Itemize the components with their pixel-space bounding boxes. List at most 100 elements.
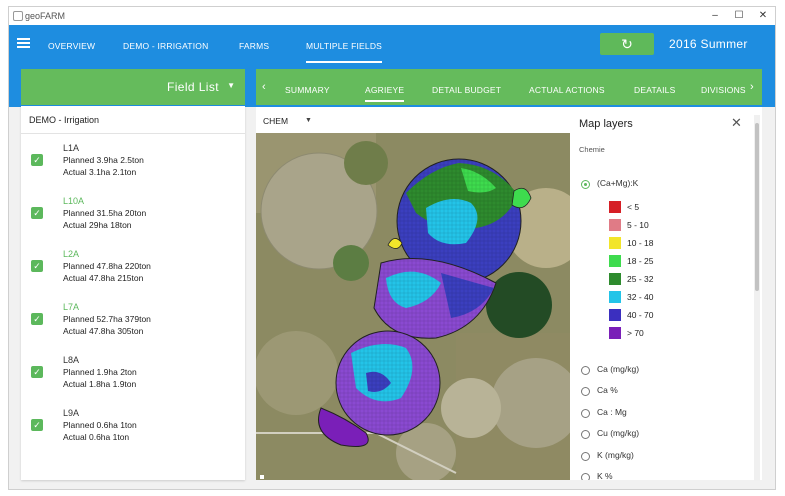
field-planned: Planned 0.6ha 1ton	[63, 420, 137, 430]
list-item[interactable]: ✓ L1A Planned 3.9ha 2.5ton Actual 3.1ha …	[21, 143, 245, 193]
layer-option[interactable]: Ca : Mg	[597, 407, 627, 417]
layer-section-title: Chemie	[579, 145, 605, 154]
radio-button[interactable]	[581, 452, 590, 461]
layer-select-value: CHEM	[263, 116, 289, 126]
checkbox-checked-icon[interactable]: ✓	[31, 207, 43, 219]
legend-label: < 5	[627, 202, 640, 212]
scrollbar-thumb[interactable]	[755, 123, 759, 291]
legend-swatch	[609, 219, 621, 231]
field-actual: Actual 47.8ha 215ton	[63, 273, 144, 283]
pivot-field	[333, 245, 369, 281]
tab-deatails[interactable]: DEATAILS	[634, 85, 675, 95]
legend-label: 25 - 32	[627, 274, 654, 284]
field-name: L9A	[63, 408, 80, 418]
radio-button[interactable]	[581, 409, 590, 418]
chevron-left-icon[interactable]: ‹	[262, 81, 266, 93]
legend-label: 10 - 18	[627, 238, 654, 248]
legend-swatch	[609, 237, 621, 249]
nav-overview[interactable]: OVERVIEW	[48, 41, 95, 51]
tab-summary[interactable]: SUMMARY	[285, 85, 330, 95]
field-name: L1A	[63, 143, 80, 153]
checkbox-checked-icon[interactable]: ✓	[31, 313, 43, 325]
checkbox-checked-icon[interactable]: ✓	[31, 419, 43, 431]
nav-multiple-fields[interactable]: MULTIPLE FIELDS	[306, 41, 383, 63]
list-item[interactable]: ✓ L2A Planned 47.8ha 220ton Actual 47.8h…	[21, 249, 245, 299]
field-planned: Planned 1.9ha 2ton	[63, 367, 137, 377]
close-icon[interactable]: ✕	[731, 115, 742, 131]
maximize-button[interactable]: ☐	[727, 8, 751, 24]
field-name: L7A	[63, 302, 80, 312]
field-actual: Actual 29ha 18ton	[63, 220, 132, 230]
window-title: geoFARM	[25, 11, 66, 21]
refresh-icon: ↻	[621, 36, 633, 52]
legend-label: 32 - 40	[627, 292, 654, 302]
field-list-title: Field List	[166, 80, 219, 94]
tab-detail-budget[interactable]: DETAIL BUDGET	[432, 85, 501, 95]
list-item[interactable]: ✓ L7A Planned 52.7ha 379ton Actual 47.8h…	[21, 302, 245, 352]
field-actual: Actual 0.6ha 1ton	[63, 432, 130, 442]
map-layers-panel: Map layers ✕ Chemie (Ca+Mg):K < 5 5 - 10…	[570, 107, 762, 480]
field-actual: Actual 1.8ha 1.9ton	[63, 379, 137, 389]
checkbox-checked-icon[interactable]: ✓	[31, 260, 43, 272]
legend-label: 5 - 10	[627, 220, 649, 230]
layer-select[interactable]: CHEM ▼	[256, 107, 570, 133]
map-scale-marker	[260, 475, 264, 479]
legend-swatch	[609, 291, 621, 303]
map-canvas[interactable]	[256, 133, 570, 480]
radio-button[interactable]	[581, 366, 590, 375]
satellite-map[interactable]	[256, 133, 570, 480]
menu-icon[interactable]	[17, 38, 30, 48]
close-window-button[interactable]: ✕	[751, 8, 775, 24]
top-nav-bar: OVERVIEW DEMO - IRRIGATION FARMS MULTIPL…	[9, 25, 775, 63]
radio-selected[interactable]	[581, 180, 590, 189]
pivot-field	[486, 272, 552, 338]
legend-label: 18 - 25	[627, 256, 654, 266]
legend-swatch	[609, 201, 621, 213]
minimize-button[interactable]: –	[703, 8, 727, 24]
legend-label: 40 - 70	[627, 310, 654, 320]
layer-option[interactable]: Cu (mg/kg)	[597, 428, 639, 438]
refresh-button[interactable]: ↻	[600, 33, 654, 55]
field-group-title: DEMO - Irrigation	[29, 115, 100, 125]
app-window: geoFARM – ☐ ✕ OVERVIEW DEMO - IRRIGATION…	[8, 6, 776, 490]
title-bar: geoFARM – ☐ ✕	[9, 7, 775, 25]
legend-swatch	[609, 327, 621, 339]
dropdown-arrow-icon: ▼	[305, 117, 312, 124]
map-layers-title: Map layers	[579, 118, 633, 130]
field-name: L2A	[63, 249, 80, 259]
tab-actual-actions[interactable]: ACTUAL ACTIONS	[529, 85, 605, 95]
field-name: L8A	[63, 355, 80, 365]
checkbox-checked-icon[interactable]: ✓	[31, 154, 43, 166]
radio-button[interactable]	[581, 430, 590, 439]
tab-agrieye[interactable]: AGRIEYE	[365, 85, 405, 102]
layer-option[interactable]: Ca %	[597, 385, 618, 395]
nav-farms[interactable]: FARMS	[239, 41, 269, 51]
layer-option[interactable]: Ca (mg/kg)	[597, 364, 639, 374]
field-planned: Planned 3.9ha 2.5ton	[63, 155, 144, 165]
nav-demo-irrigation[interactable]: DEMO - IRRIGATION	[123, 41, 208, 51]
field-actual: Actual 47.8ha 305ton	[63, 326, 144, 336]
field-planned: Planned 47.8ha 220ton	[63, 261, 151, 271]
pivot-field	[344, 141, 388, 185]
list-item[interactable]: ✓ L8A Planned 1.9ha 2ton Actual 1.8ha 1.…	[21, 355, 245, 405]
field-planned: Planned 31.5ha 20ton	[63, 208, 147, 218]
field-actual: Actual 3.1ha 2.1ton	[63, 167, 137, 177]
tab-divisions[interactable]: DIVISIONS	[701, 85, 746, 95]
list-item[interactable]: ✓ L9A Planned 0.6ha 1ton Actual 0.6ha 1t…	[21, 408, 245, 458]
checkbox-checked-icon[interactable]: ✓	[31, 366, 43, 378]
field-list-header[interactable]: Field List ▼	[21, 69, 245, 105]
layer-option[interactable]: K %	[597, 471, 613, 480]
tab-bar: ‹ SUMMARY AGRIEYE DETAIL BUDGET ACTUAL A…	[256, 69, 762, 105]
radio-button[interactable]	[581, 387, 590, 396]
selected-layer-label[interactable]: (Ca+Mg):K	[597, 178, 638, 188]
app-logo-icon	[13, 11, 23, 21]
pivot-field	[441, 378, 501, 438]
field-list: DEMO - Irrigation ✓ L1A Planned 3.9ha 2.…	[21, 106, 245, 480]
radio-button[interactable]	[581, 473, 590, 480]
list-item[interactable]: ✓ L10A Planned 31.5ha 20ton Actual 29ha …	[21, 196, 245, 246]
layer-option[interactable]: K (mg/kg)	[597, 450, 634, 460]
legend-swatch	[609, 255, 621, 267]
divider	[21, 133, 245, 134]
legend-swatch	[609, 309, 621, 321]
chevron-right-icon[interactable]: ›	[750, 81, 754, 93]
